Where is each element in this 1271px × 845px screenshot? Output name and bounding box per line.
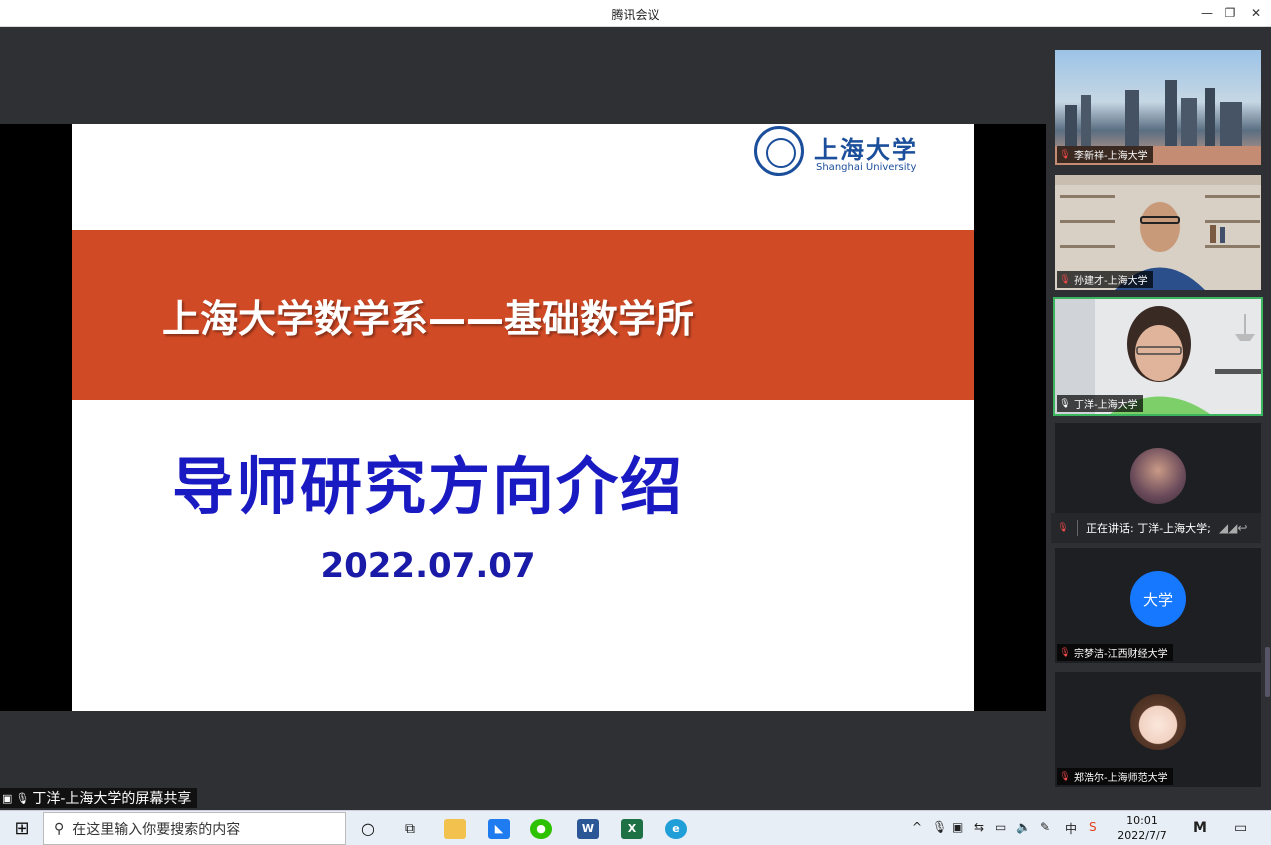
participant-name: 郑浩尔-上海师范大学 <box>1074 773 1168 784</box>
tray-pen-icon[interactable]: ✎ <box>1040 820 1050 834</box>
participant-panel: 🎙 李新祥-上海大学 🎙 孙建才-上海大学 🎙 丁洋-上海大学 🎙 正在讲话: … <box>1046 27 1271 810</box>
mic-muted-icon: 🎙 <box>1059 149 1071 160</box>
taskbar-clock[interactable]: 10:01 2022/7/7 <box>1112 813 1172 843</box>
participant-video-tile[interactable]: 🎙 孙建才-上海大学 <box>1055 175 1261 290</box>
window-title: 腾讯会议 <box>611 8 660 22</box>
presentation-slide: 上海大学 Shanghai University 上海大学数学系——基础数学所 … <box>72 124 974 711</box>
file-explorer-icon[interactable] <box>442 815 468 842</box>
participant-name: 丁洋-上海大学 <box>1074 400 1138 411</box>
mic-muted-icon: 🎙 <box>1059 274 1071 285</box>
search-placeholder: 在这里输入你要搜索的内容 <box>72 821 241 838</box>
mic-active-icon: 🎙 <box>1059 398 1071 409</box>
participant-name: 李新祥-上海大学 <box>1074 151 1148 162</box>
participant-name: 孙建才-上海大学 <box>1074 276 1148 287</box>
screen-share-label: ▣ 🎙 丁洋-上海大学的屏幕共享 <box>0 788 198 808</box>
participant-name-tag: 🎙 宗梦洁-江西财经大学 <box>1057 644 1173 661</box>
close-icon[interactable]: ✕ <box>1245 3 1267 23</box>
participant-name-tag: 🎙 李新祥-上海大学 <box>1057 146 1153 163</box>
clock-date: 2022/7/7 <box>1117 829 1167 842</box>
participant-text-avatar: 大学 <box>1130 571 1186 627</box>
window-titlebar: 腾讯会议 — ❐ ✕ <box>0 0 1271 27</box>
cortana-icon[interactable]: ○ <box>356 815 380 842</box>
mic-muted-icon: 🎙 <box>1057 523 1069 533</box>
tray-input-method-icon[interactable]: S <box>1089 820 1097 834</box>
word-icon[interactable]: W <box>575 815 601 842</box>
participant-video-tile-active[interactable]: 🎙 丁洋-上海大学 <box>1053 297 1263 416</box>
screen-share-owner: 丁洋-上海大学的屏幕共享 <box>32 791 192 807</box>
task-view-icon[interactable]: ⧉ <box>398 815 422 842</box>
windows-start-icon[interactable]: ⊞ <box>8 815 36 842</box>
logo-english-name: Shanghai University <box>816 162 917 173</box>
notification-icon[interactable]: ▭ <box>1234 820 1247 836</box>
speaking-indicator: 🎙 正在讲话: 丁洋-上海大学; ◢◢↩ <box>1051 513 1261 543</box>
edge-icon[interactable]: e <box>663 815 689 842</box>
participant-cartoon-avatar <box>1130 694 1186 750</box>
search-icon: ⚲ <box>54 820 65 837</box>
screen-share-icon: ▣ <box>2 791 13 805</box>
mic-muted-icon: 🎙 <box>1059 771 1071 782</box>
participant-video-tile[interactable]: 🎙 李新祥-上海大学 <box>1055 50 1261 165</box>
mic-muted-icon: 🎙 <box>1059 647 1071 658</box>
tray-app-m-icon[interactable]: M <box>1193 820 1207 836</box>
tray-volume-icon[interactable]: 🔈 <box>1016 820 1031 834</box>
panel-scrollbar[interactable] <box>1265 647 1270 697</box>
reaction-icon[interactable]: ◢◢↩ <box>1219 521 1248 535</box>
wechat-icon[interactable]: ● <box>528 815 554 842</box>
participant-name-tag: 🎙 丁洋-上海大学 <box>1057 395 1143 412</box>
participant-avatar <box>1130 448 1186 504</box>
taskbar-search-input[interactable]: ⚲ 在这里输入你要搜索的内容 <box>43 812 346 845</box>
minimize-icon[interactable]: — <box>1196 3 1218 23</box>
slide-title: 导师研究方向介绍 <box>171 450 684 523</box>
participant-video-tile[interactable]: 🎙 郑浩尔-上海师范大学 <box>1055 672 1261 787</box>
excel-icon[interactable]: X <box>619 815 645 842</box>
divider <box>1077 520 1078 536</box>
restore-icon[interactable]: ❐ <box>1219 3 1241 23</box>
participant-name-tag: 🎙 郑浩尔-上海师范大学 <box>1057 768 1173 785</box>
university-logo: 上海大学 Shanghai University <box>754 126 954 180</box>
microphone-icon: 🎙 <box>15 791 30 805</box>
windows-taskbar: ⊞ ⚲ 在这里输入你要搜索的内容 ○ ⧉ ◣ ● W X e ^ 🎙 ▣ ⇆ ▭… <box>0 810 1271 845</box>
logo-chinese-name: 上海大学 <box>814 135 918 164</box>
tray-app-icon[interactable]: ▣ <box>952 820 963 834</box>
tray-network-icon[interactable]: ▭ <box>995 820 1006 834</box>
participant-name: 宗梦洁-江西财经大学 <box>1074 649 1168 660</box>
slide-subtitle: 上海大学数学系——基础数学所 <box>161 297 694 341</box>
tray-mic-icon[interactable]: 🎙 <box>932 820 947 834</box>
university-seal-icon <box>754 126 804 176</box>
participant-video-tile[interactable]: 大学 🎙 宗梦洁-江西财经大学 <box>1055 548 1261 663</box>
speaking-text: 正在讲话: 丁洋-上海大学; <box>1086 522 1211 535</box>
slide-header-band: 上海大学数学系——基础数学所 <box>72 230 974 400</box>
shared-screen-area: 上海大学 Shanghai University 上海大学数学系——基础数学所 … <box>0 27 1046 810</box>
tray-expand-icon[interactable]: ^ <box>912 820 922 834</box>
tray-ime-indicator[interactable]: 中 <box>1065 820 1077 837</box>
clock-time: 10:01 <box>1126 814 1158 827</box>
slide-date: 2022.07.07 <box>320 546 536 586</box>
participant-name-tag: 🎙 孙建才-上海大学 <box>1057 271 1153 288</box>
tencent-meeting-icon[interactable]: ◣ <box>486 815 512 842</box>
tray-settings-icon[interactable]: ⇆ <box>974 820 984 834</box>
